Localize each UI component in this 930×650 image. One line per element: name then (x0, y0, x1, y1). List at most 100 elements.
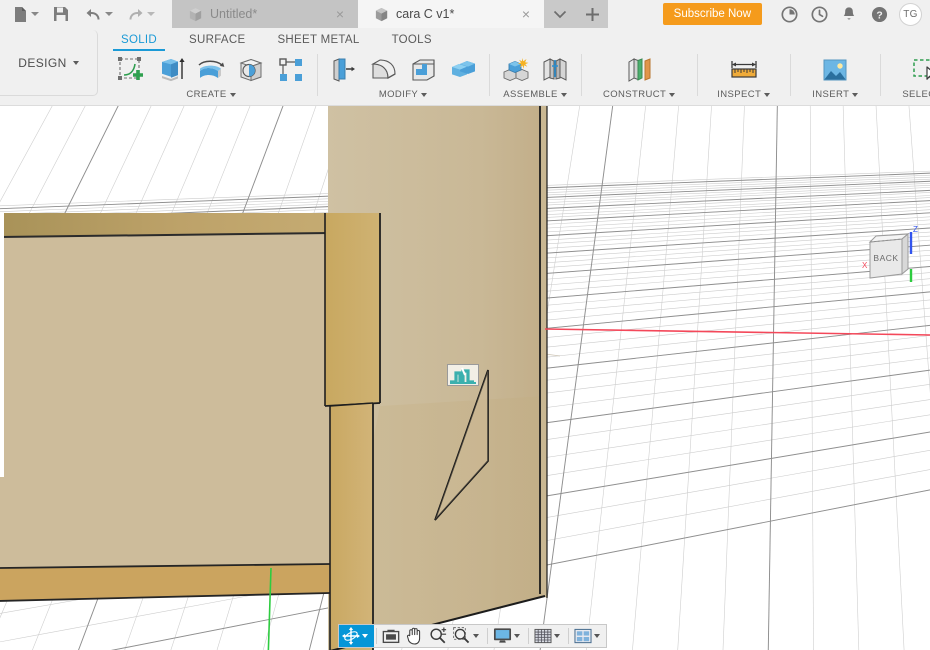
new-tab-button[interactable] (576, 0, 608, 28)
ribbon-tab-surface[interactable]: SURFACE (173, 28, 261, 51)
workspace-switcher[interactable]: DESIGN (0, 30, 98, 96)
x-axis-label: X (862, 261, 868, 270)
chevron-down-icon (105, 12, 113, 16)
fit-button[interactable] (450, 625, 485, 647)
ribbon: DESIGN SOLID SURFACE SHEET METAL TOOLS C… (0, 28, 930, 106)
close-icon[interactable]: × (522, 7, 530, 21)
panel-modify-title: MODIFY (378, 89, 419, 100)
new-component-button[interactable] (498, 53, 532, 87)
panel-insert-label[interactable]: INSERT (812, 89, 859, 100)
bell-icon (843, 6, 855, 20)
sweep-sphere-icon (239, 58, 263, 82)
look-at-button[interactable] (379, 625, 403, 647)
panel-insert: INSERT (790, 52, 880, 106)
display-settings-button[interactable] (490, 625, 526, 647)
user-avatar[interactable]: TG (899, 2, 922, 26)
document-tab-label: Untitled* (210, 7, 258, 21)
press-pull-icon (333, 58, 355, 82)
rect-pattern-icon (279, 58, 302, 81)
chevron-down-icon (31, 12, 39, 16)
panel-modify: MODIFY (317, 52, 489, 106)
grid-icon (534, 628, 552, 643)
new-component-icon (503, 58, 529, 81)
press-pull-button[interactable] (326, 53, 360, 87)
new-document-button[interactable] (10, 1, 42, 27)
combine-button[interactable] (446, 53, 480, 87)
sweep-button[interactable] (234, 53, 268, 87)
panel-inspect-tools (727, 52, 761, 88)
chevron-down-icon[interactable] (594, 634, 600, 638)
shell-button[interactable] (406, 53, 440, 87)
revolve-button[interactable] (194, 53, 228, 87)
file-icon (15, 6, 26, 22)
profile-selection-marker[interactable] (447, 364, 479, 386)
undo-button[interactable] (82, 1, 116, 27)
quick-access-toolbar (0, 0, 158, 28)
look-at-icon (382, 629, 400, 643)
chevron-down-icon[interactable] (473, 634, 479, 638)
redo-button[interactable] (124, 1, 158, 27)
measure-button[interactable] (727, 53, 761, 87)
document-tab-untitled[interactable]: Untitled* × (172, 0, 358, 28)
chevron-down-icon (147, 12, 155, 16)
offset-plane-button[interactable] (622, 53, 656, 87)
view-cube-face-label: BACK (873, 253, 898, 263)
ribbon-tab-strip: SOLID SURFACE SHEET METAL TOOLS (105, 28, 448, 51)
notifications-icon[interactable] (834, 0, 864, 28)
chevron-down-icon (229, 92, 236, 97)
panel-assemble-tools (498, 52, 572, 88)
viewports-button[interactable] (571, 625, 606, 647)
chevron-down-icon[interactable] (362, 634, 368, 638)
joint-button[interactable] (538, 53, 572, 87)
panel-assemble-label[interactable]: ASSEMBLE (503, 89, 567, 100)
document-tab-cara-c[interactable]: cara C v1* × (358, 0, 544, 28)
view-cube[interactable]: BACK Z X (858, 224, 928, 300)
panel-inspect-label[interactable]: INSPECT (717, 89, 771, 100)
panel-assemble: ASSEMBLE (489, 52, 581, 106)
job-status-icon[interactable] (804, 0, 834, 28)
save-button[interactable] (50, 1, 72, 27)
fillet-button[interactable] (366, 53, 400, 87)
extrude-button[interactable] (154, 53, 188, 87)
pan-hand-icon (406, 627, 421, 645)
ribbon-tab-tools[interactable]: TOOLS (376, 28, 448, 51)
select-tool-button[interactable] (909, 53, 930, 87)
panel-construct-tools (622, 52, 656, 88)
document-tab-label: cara C v1* (396, 7, 455, 21)
create-sketch-button[interactable] (114, 53, 148, 87)
subscribe-now-button[interactable]: Subscribe Now (662, 3, 762, 25)
zoom-button[interactable] (426, 625, 450, 647)
pattern-button[interactable] (274, 53, 308, 87)
chevron-down-icon[interactable] (514, 634, 520, 638)
fusion360-window: Untitled* × cara C v1* × Subscribe Now ?… (0, 0, 930, 650)
ribbon-tab-solid[interactable]: SOLID (105, 28, 173, 51)
panel-create-label[interactable]: CREATE (186, 89, 236, 100)
panel-select: SELECT (880, 52, 930, 106)
insert-image-button[interactable] (818, 53, 852, 87)
orbit-button[interactable] (339, 625, 374, 647)
ribbon-tab-sheet-metal[interactable]: SHEET METAL (261, 28, 375, 51)
combine-icon (452, 61, 475, 77)
close-icon[interactable]: × (336, 7, 344, 21)
help-icon[interactable]: ? (864, 0, 894, 28)
offset-plane-icon (628, 58, 651, 82)
job-status-icon (780, 5, 798, 23)
cube-icon (375, 7, 388, 21)
grid-snaps-button[interactable] (531, 625, 566, 647)
panel-modify-label[interactable]: MODIFY (378, 89, 428, 100)
tab-list-dropdown[interactable] (544, 0, 576, 28)
pan-button[interactable] (403, 625, 426, 647)
chevron-down-icon (421, 92, 428, 97)
panel-construct-label[interactable]: CONSTRUCT (603, 89, 676, 100)
z-axis-label: Z (913, 225, 918, 234)
ribbon-panels: CREATE MODIFY ASSEMBLE CONSTRUCT INSPECT… (105, 52, 930, 106)
panel-select-label[interactable]: SELECT (902, 89, 930, 100)
chevron-down-icon (852, 92, 859, 97)
3d-viewport[interactable]: BACK Z X (0, 106, 930, 650)
data-panel-icon[interactable] (774, 0, 804, 28)
workspace-label: DESIGN (18, 55, 67, 70)
chevron-down-icon[interactable] (554, 634, 560, 638)
panel-create-tools (114, 52, 308, 88)
chevron-down-icon (764, 92, 771, 97)
fillet-icon (370, 59, 396, 79)
